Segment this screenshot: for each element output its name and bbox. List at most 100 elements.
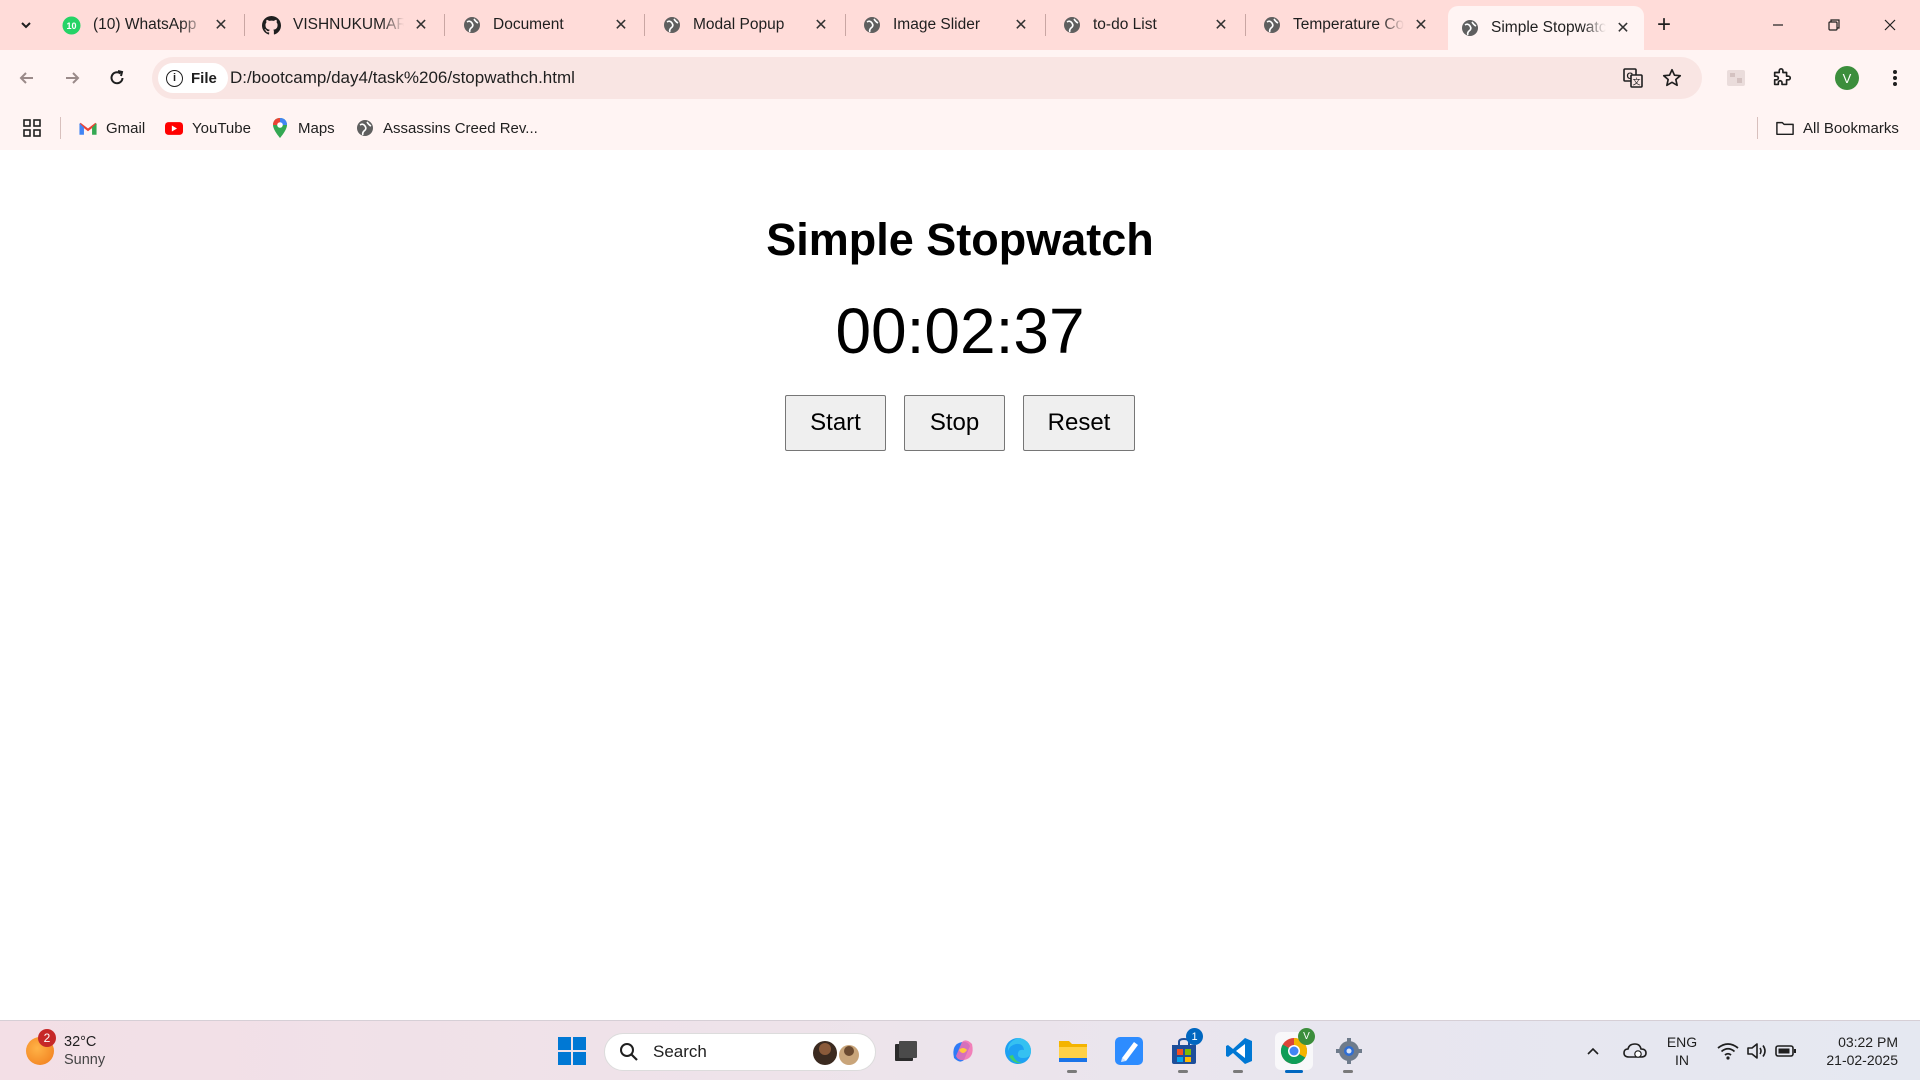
globe-icon: [1262, 16, 1281, 35]
close-icon[interactable]: ✕: [810, 14, 832, 36]
windows-icon: [558, 1037, 586, 1065]
task-view-button[interactable]: [887, 1032, 925, 1070]
language-indicator[interactable]: ENG IN: [1660, 1021, 1704, 1081]
back-button[interactable]: [12, 63, 42, 93]
stop-button[interactable]: Stop: [904, 395, 1005, 451]
extension-puzzle-icon: [1727, 70, 1745, 86]
close-icon[interactable]: ✕: [610, 14, 632, 36]
address-bar[interactable]: i File D:/bootcamp/day4/task%206/stopwat…: [152, 57, 1702, 99]
close-icon[interactable]: ✕: [410, 14, 432, 36]
tab-title: Modal Popup: [693, 16, 785, 33]
maps-icon: [271, 118, 289, 138]
close-window-button[interactable]: [1862, 0, 1918, 50]
whatsapp-badge: 10: [66, 21, 76, 31]
globe-icon: [862, 16, 881, 35]
globe-icon: [1460, 19, 1479, 38]
svg-text:文: 文: [1633, 77, 1641, 87]
tab-image-slider[interactable]: Image Slider ✕: [850, 6, 1042, 44]
volume-status[interactable]: [1743, 1021, 1771, 1081]
bookmark-star-button[interactable]: [1659, 65, 1685, 91]
pen-app-icon: [1115, 1037, 1143, 1065]
running-indicator: [1343, 1070, 1353, 1073]
profile-initial: V: [1842, 70, 1852, 86]
tab-todo-list[interactable]: to-do List ✕: [1050, 6, 1242, 44]
stopwatch-display: 00:02:37: [835, 295, 1085, 367]
gmail-icon: [79, 119, 97, 137]
star-icon: [1662, 68, 1682, 87]
all-bookmarks-button[interactable]: All Bookmarks: [1776, 116, 1899, 140]
vscode-button[interactable]: [1220, 1032, 1258, 1073]
extension-placeholder[interactable]: [1721, 63, 1751, 93]
file-explorer-button[interactable]: [1054, 1032, 1092, 1073]
forward-button[interactable]: [57, 63, 87, 93]
tab-github[interactable]: VISHNUKUMAR2 ✕: [250, 6, 442, 44]
tab-divider: [644, 14, 645, 36]
edge-button[interactable]: [999, 1032, 1037, 1070]
bookmark-maps[interactable]: Maps: [271, 116, 335, 140]
tab-temperature-converter[interactable]: Temperature Co ✕: [1250, 6, 1442, 44]
search-icon: [620, 1043, 638, 1061]
tab-document[interactable]: Document ✕: [450, 6, 642, 44]
new-tab-button[interactable]: +: [1650, 11, 1678, 39]
close-icon[interactable]: ✕: [1210, 14, 1232, 36]
edge-icon: [1005, 1038, 1031, 1064]
close-icon[interactable]: ✕: [1010, 14, 1032, 36]
info-icon: i: [166, 69, 183, 87]
active-indicator: [1285, 1070, 1303, 1073]
battery-status[interactable]: [1772, 1021, 1800, 1081]
site-info-chip[interactable]: i File: [158, 63, 228, 93]
minimize-button[interactable]: [1750, 0, 1806, 50]
globe-icon: [356, 119, 374, 137]
profile-avatar[interactable]: V: [1835, 66, 1859, 90]
copilot-button[interactable]: [944, 1032, 982, 1070]
clock-date: 21-02-2025: [1826, 1052, 1898, 1068]
start-menu-button[interactable]: [553, 1032, 591, 1070]
arrow-right-icon: [66, 72, 80, 84]
page-title: Simple Stopwatch: [766, 214, 1154, 265]
tab-search-button[interactable]: [12, 11, 40, 39]
bookmark-assassins-creed[interactable]: Assassins Creed Rev...: [356, 116, 538, 140]
taskbar-search[interactable]: Search: [604, 1033, 876, 1071]
kebab-menu-icon: [1893, 70, 1897, 86]
wifi-status[interactable]: [1714, 1021, 1742, 1081]
language-region: IN: [1675, 1052, 1689, 1068]
start-button[interactable]: Start: [785, 395, 886, 451]
close-icon: [1884, 19, 1896, 31]
browser-menu-button[interactable]: [1880, 63, 1910, 93]
onedrive-button[interactable]: [1620, 1021, 1650, 1081]
close-icon[interactable]: ✕: [1410, 14, 1432, 36]
restore-button[interactable]: [1806, 0, 1862, 50]
apps-button[interactable]: [22, 116, 42, 140]
microsoft-store-button[interactable]: 1: [1165, 1028, 1203, 1073]
bookmark-gmail[interactable]: Gmail: [79, 116, 145, 140]
weather-widget[interactable]: 2 32°C Sunny: [26, 1029, 105, 1069]
tab-title: (10) WhatsApp: [93, 16, 197, 33]
arrow-left-icon: [19, 72, 33, 84]
extensions-button[interactable]: [1767, 63, 1797, 93]
browser-toolbar: i File D:/bootcamp/day4/task%206/stopwat…: [0, 50, 1920, 106]
reload-button[interactable]: [102, 63, 132, 93]
close-icon[interactable]: ✕: [1612, 17, 1634, 39]
translate-button[interactable]: G文: [1620, 65, 1646, 91]
reload-icon: [110, 70, 124, 85]
tab-whatsapp[interactable]: 10 (10) WhatsApp ✕: [50, 6, 242, 44]
reset-button[interactable]: Reset: [1023, 395, 1135, 451]
bookmark-label: YouTube: [192, 119, 251, 137]
folder-icon: [1776, 119, 1794, 137]
settings-button[interactable]: [1330, 1032, 1368, 1073]
speaker-icon: [1747, 1043, 1766, 1059]
tab-modal-popup[interactable]: Modal Popup ✕: [650, 6, 842, 44]
chrome-button[interactable]: V: [1275, 1028, 1315, 1073]
taskbar-clock[interactable]: 03:22 PM 21-02-2025: [1804, 1033, 1898, 1069]
wifi-icon: [1717, 1043, 1739, 1060]
show-hidden-icons-button[interactable]: [1580, 1021, 1606, 1081]
app-launcher-button[interactable]: [1110, 1032, 1148, 1070]
site-chip-label: File: [191, 69, 217, 87]
tab-simple-stopwatch[interactable]: Simple Stopwatc ✕: [1448, 6, 1644, 50]
url-text[interactable]: D:/bootcamp/day4/task%206/stopwathch.htm…: [230, 68, 575, 88]
close-icon[interactable]: ✕: [210, 14, 232, 36]
bookmark-youtube[interactable]: YouTube: [165, 116, 251, 140]
running-indicator: [1233, 1070, 1243, 1073]
plus-icon: +: [1656, 11, 1671, 38]
bookmark-label: Assassins Creed Rev...: [383, 119, 538, 137]
